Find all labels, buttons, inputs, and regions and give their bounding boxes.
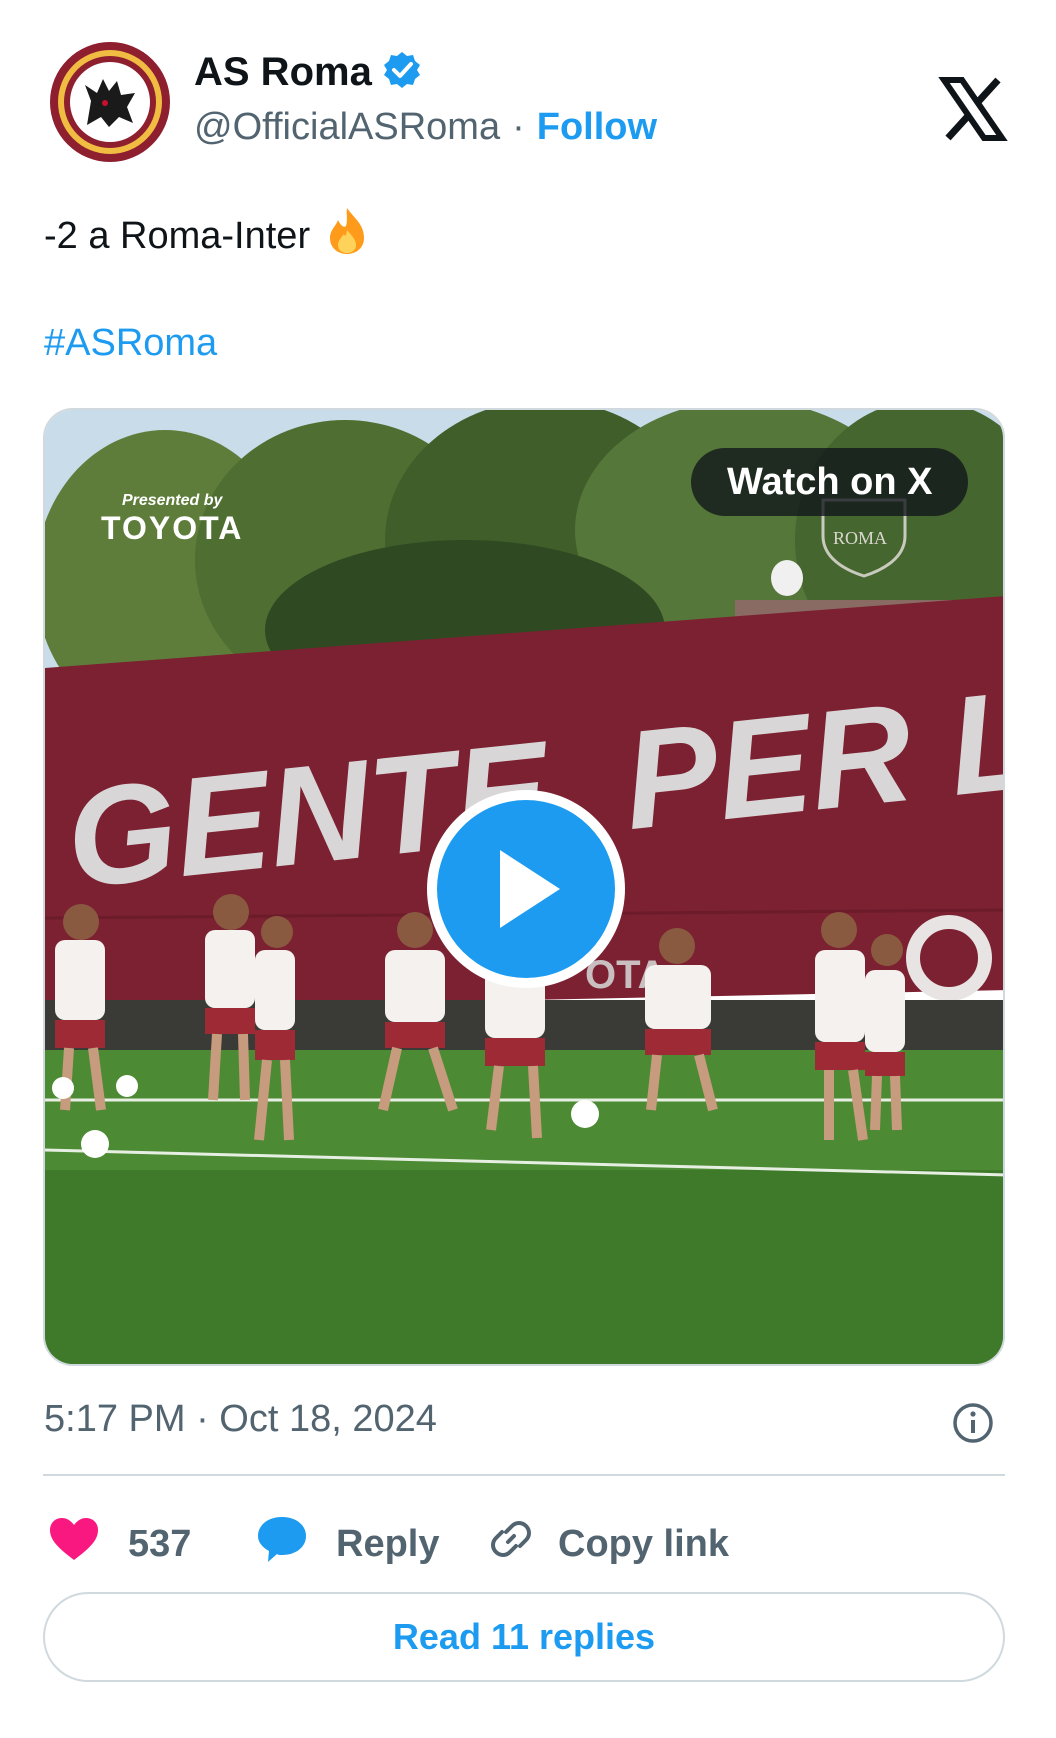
name-row: AS Roma: [194, 50, 422, 95]
avatar-ring: [58, 50, 162, 154]
avatar-ring-inner: [64, 56, 156, 148]
play-button[interactable]: [427, 790, 625, 988]
tweet-text: -2 a Roma-Inter: [44, 206, 370, 266]
handle-row: @OfficialASRoma · Follow: [194, 106, 657, 149]
hashtag-link[interactable]: #ASRoma: [44, 322, 217, 365]
link-icon: [486, 1514, 536, 1574]
tweet-timestamp[interactable]: 5:17 PM · Oct 18, 2024: [44, 1398, 437, 1441]
fire-emoji-icon: [324, 206, 370, 266]
sponsor-overlay: Presented by TOYOTA: [101, 492, 243, 547]
read-replies-button[interactable]: Read 11 replies: [43, 1592, 1005, 1682]
tweet-body: -2 a Roma-Inter: [44, 214, 311, 257]
video-media[interactable]: GENTE, PER LA ROM OTA: [43, 408, 1005, 1366]
wolf-logo-icon: [70, 62, 150, 142]
crest-text: ROMA: [833, 528, 887, 548]
avatar[interactable]: [50, 42, 170, 162]
info-icon[interactable]: [952, 1402, 994, 1444]
sponsor-name: TOYOTA: [101, 510, 244, 546]
tweet-header: AS Roma @OfficialASRoma · Follow: [50, 42, 1010, 162]
follow-button[interactable]: Follow: [537, 106, 657, 149]
watch-on-x-button[interactable]: Watch on X: [691, 448, 969, 516]
reply-button[interactable]: Reply: [256, 1504, 439, 1584]
separator-dot: ·: [512, 106, 525, 148]
like-count: 537: [128, 1522, 192, 1565]
heart-icon: [48, 1516, 100, 1572]
reply-bubble-icon: [256, 1514, 308, 1574]
play-icon: [437, 800, 615, 978]
handle[interactable]: @OfficialASRoma: [194, 106, 500, 149]
presented-by-text: Presented by: [121, 492, 223, 509]
copy-link-button[interactable]: Copy link: [486, 1504, 729, 1584]
like-button[interactable]: 537: [48, 1504, 191, 1584]
display-name[interactable]: AS Roma: [194, 50, 372, 95]
divider: [43, 1474, 1005, 1476]
x-logo-icon[interactable]: [938, 74, 1008, 144]
action-bar: 537 Reply Copy link: [48, 1504, 1008, 1584]
verified-badge-icon: [382, 50, 422, 95]
reply-label: Reply: [336, 1522, 440, 1565]
copy-link-label: Copy link: [558, 1522, 730, 1565]
